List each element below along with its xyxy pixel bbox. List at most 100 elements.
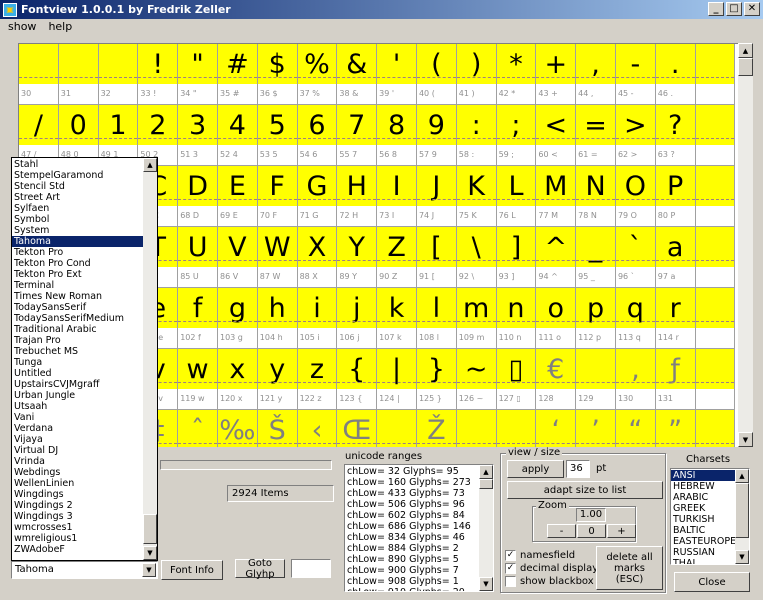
glyph-cell[interactable]: Œ140 [337,410,378,447]
font-list-item[interactable]: Webdings [12,467,144,478]
font-list-item[interactable]: WellenLinien [12,478,144,489]
size-input[interactable]: 36 [566,460,590,478]
glyph-cell[interactable]: h 104 h [257,288,298,349]
glyph-cell[interactable]: L 76 L [496,166,537,227]
charset-item[interactable]: HEBREW [671,481,735,492]
charset-item[interactable]: BALTIC [671,525,735,536]
font-list-item[interactable]: Virtual DJ [12,445,144,456]
glyph-cell[interactable]: ˆ136 [178,410,218,447]
charset-item[interactable]: EASTEUROPE [671,536,736,547]
font-list-scroll-down[interactable]: ▼ [143,546,157,560]
unicode-scroll-down[interactable]: ▼ [479,577,493,591]
glyph-cell[interactable]: i 105 i [297,288,338,349]
minimize-button[interactable]: _ [708,2,724,16]
glyph-cell[interactable]: K 75 K [456,166,497,227]
glyph-cell[interactable]: ! 33 ! [138,44,179,105]
font-list-scroll-up[interactable]: ▲ [143,158,157,172]
charset-item[interactable]: THAI [671,558,735,564]
glyph-cell[interactable]: N 78 N [576,166,616,227]
glyph-cell[interactable]: ` 96 ` [615,227,656,288]
glyph-cell[interactable]: 4 52 4 [217,105,258,166]
glyph-cell[interactable]: 3 51 3 [178,105,218,166]
font-list-item[interactable]: Vijaya [12,434,144,445]
glyph-cell[interactable]: €128 [536,349,577,410]
font-list-item[interactable]: Symbol [12,214,144,225]
charset-item[interactable]: ARABIC [671,492,735,503]
glyph-cell[interactable]: ‰137 [217,410,258,447]
glyph-cell[interactable]: X 88 X [297,227,338,288]
glyph-cell[interactable]: a 97 a [655,227,696,288]
glyph-cell[interactable]: , 44 , [576,44,616,105]
unicode-range-item[interactable]: chLow= 602 Glyphs= 84 [345,510,480,521]
glyph-cell[interactable]: ) 41 ) [456,44,497,105]
glyph-cell[interactable]: #35 # [217,44,258,105]
font-list-item[interactable]: Verdana [12,423,144,434]
unicode-range-item[interactable]: chLow= 686 Glyphs= 146 [345,521,480,532]
glyph-cell[interactable]: 144 [496,410,537,447]
scroll-up-button[interactable]: ▲ [738,43,753,58]
glyph-cell[interactable]: l 108 l [416,288,457,349]
glyph-cell[interactable]: H 72 H [337,166,378,227]
font-list-scroll-thumb[interactable] [143,514,157,544]
font-list-item[interactable]: Untitled [12,368,144,379]
glyph-cell[interactable]: g 103 g [217,288,258,349]
glyph-cell[interactable]: ‘145 [536,410,577,447]
glyph-cell[interactable]: F 70 F [257,166,298,227]
glyph-cell[interactable]: Š138 [257,410,298,447]
charset-item[interactable]: GREEK [671,503,735,514]
glyph-cell[interactable]: Z 90 Z [377,227,417,288]
glyph-cell[interactable] [695,349,736,410]
glyph-cell[interactable]: f 102 f [178,288,218,349]
glyph-cell[interactable]: M 77 M [536,166,577,227]
font-list-item[interactable]: Terminal [12,280,144,291]
glyph-cell[interactable]: +43 + [536,44,577,105]
font-info-button[interactable]: Font Info [161,560,223,580]
unicode-range-item[interactable]: chLow= 32 Glyphs= 95 [345,466,480,477]
unicode-scroll-up[interactable]: ▲ [479,465,493,479]
glyph-cell[interactable]: x 120 x [217,349,258,410]
font-list-item[interactable]: Tunga [12,357,144,368]
apply-button[interactable]: apply [507,460,564,478]
font-list-item[interactable]: Street Art [12,192,144,203]
glyph-cell[interactable] [695,410,736,447]
font-list-item[interactable]: Wingdings 2 [12,500,144,511]
font-list-item[interactable]: Wingdings 3 [12,511,144,522]
glyph-cell[interactable] [695,288,736,349]
font-list[interactable]: Stahl StempelGaramond Stencil Std Street Ar… [11,157,158,561]
glyph-cell[interactable]: " 34 " [178,44,218,105]
font-combo-dropdown-button[interactable]: ▼ [142,563,156,577]
glyph-cell[interactable]: y 121 y [257,349,298,410]
glyph-grid-scrollbar[interactable]: ▲ ▼ [738,43,753,447]
font-list-item[interactable]: Traditional Arabic [12,324,144,335]
glyph-cell[interactable]: 31 [58,44,99,105]
glyph-cell[interactable]: ] 93 ] [496,227,537,288]
glyph-cell[interactable]: z 122 z [297,349,338,410]
close-window-button[interactable]: ✕ [744,2,760,16]
glyph-cell[interactable]: O 79 O [615,166,656,227]
font-list-item[interactable]: Tahoma [12,236,144,247]
font-list-item[interactable]: Stencil Std [12,181,144,192]
glyph-cell[interactable]: P 80 P [655,166,696,227]
font-list-item[interactable]: TodaySansSerif [12,302,144,313]
font-list-item[interactable]: UpstairsCVJMgraff [12,379,144,390]
glyph-cell[interactable]: ' 39 ' [377,44,417,105]
font-list-item[interactable]: Vani [12,412,144,423]
glyph-cell[interactable]: ? 63 ? [655,105,696,166]
adapt-size-button[interactable]: adapt size to list [507,481,663,499]
glyph-cell[interactable]: ~126 ~ [456,349,497,410]
font-list-scrollbar[interactable]: ▲ ▼ [143,158,157,560]
glyph-cell[interactable]: & 38 & [337,44,378,105]
glyph-cell[interactable]: 5 53 5 [257,105,298,166]
unicode-ranges-list[interactable]: chLow= 32 Glyphs= 95 chLow= 160 Glyphs= 2… [344,464,494,592]
glyph-cell[interactable]: \ 92 \ [456,227,497,288]
glyph-cell[interactable]: -45 - [615,44,656,105]
glyph-cell[interactable]: o 111 o [536,288,577,349]
glyph-cell[interactable]: (40 ( [416,44,457,105]
unicode-range-item[interactable]: chLow= 908 Glyphs= 1 [345,576,480,587]
font-list-item[interactable]: ZWAdobeF [12,544,144,555]
glyph-cell[interactable]: 9 57 9 [416,105,457,166]
charset-item[interactable]: TURKISH [671,514,735,525]
glyph-cell[interactable] [695,105,736,166]
unicode-range-item[interactable]: chLow= 433 Glyphs= 73 [345,488,480,499]
zoom-out-button[interactable]: - [547,524,576,538]
